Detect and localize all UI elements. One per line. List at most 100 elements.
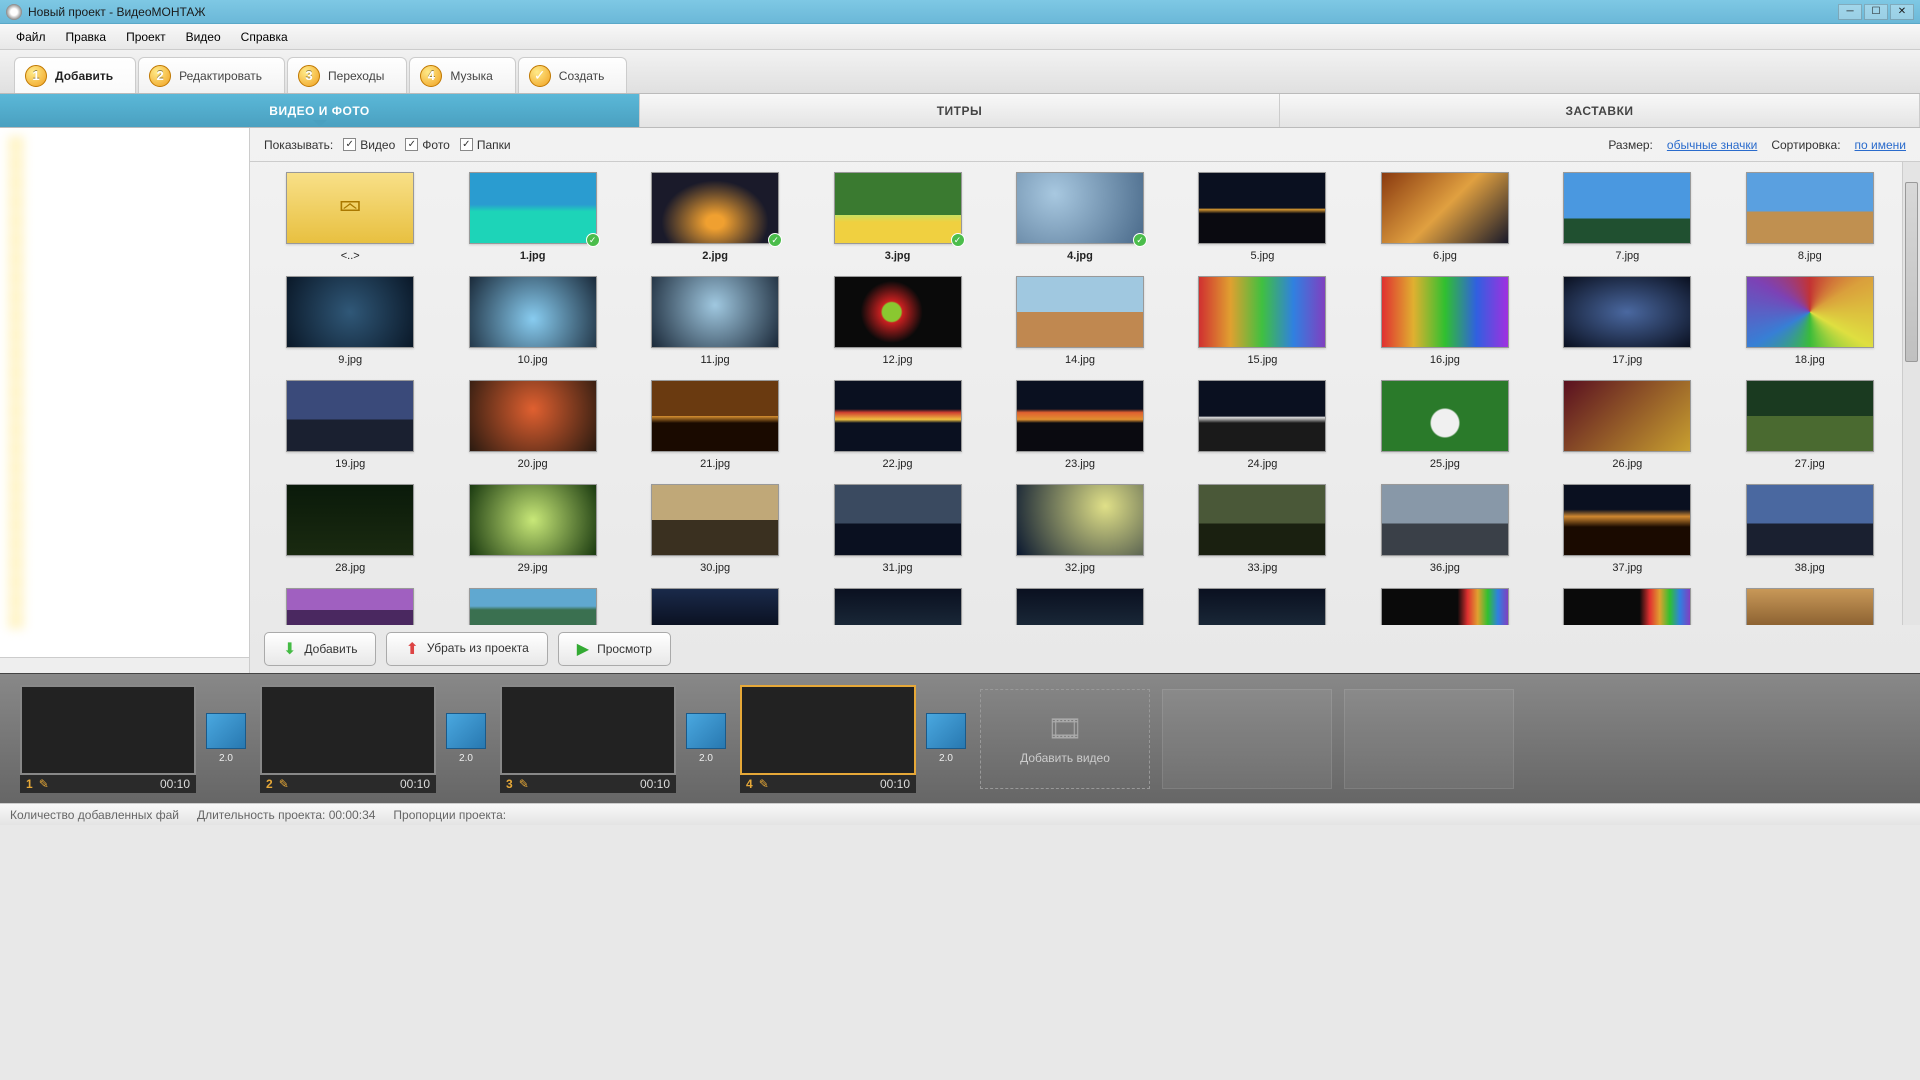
subtab-ТИТРЫ[interactable]: ТИТРЫ <box>640 94 1280 127</box>
sort-label: Сортировка: <box>1771 138 1840 152</box>
gallery-scrollbar[interactable] <box>1902 162 1920 625</box>
remove-button[interactable]: ⬆Убрать из проекта <box>386 632 547 666</box>
thumbnail-image <box>651 484 779 556</box>
status-aspect: Пропорции проекта: <box>393 808 506 822</box>
timeline-clip[interactable]: 3✎00:10 <box>500 685 676 793</box>
thumbnail-image <box>469 380 597 452</box>
thumbnail-item[interactable]: ✓4.jpg <box>994 172 1166 270</box>
checkbox-photo[interactable]: ✓Фото <box>405 138 450 152</box>
thumbnail-image <box>286 276 414 348</box>
thumbnail-item[interactable]: 38.jpg <box>1724 484 1896 582</box>
thumbnail-item[interactable]: 25.jpg <box>1359 380 1531 478</box>
close-button[interactable]: ✕ <box>1890 4 1914 20</box>
thumbnail-item[interactable] <box>264 588 436 625</box>
thumbnail-item[interactable]: 10.jpg <box>446 276 618 374</box>
wizard-tab-Создать[interactable]: ✓Создать <box>518 57 628 93</box>
thumbnail-item[interactable]: ✓3.jpg <box>811 172 983 270</box>
thumbnail-item[interactable]: 28.jpg <box>264 484 436 582</box>
thumbnail-item[interactable]: 5.jpg <box>1176 172 1348 270</box>
thumbnail-item[interactable] <box>446 588 618 625</box>
thumbnail-item[interactable] <box>811 588 983 625</box>
thumbnail-item[interactable]: 12.jpg <box>811 276 983 374</box>
size-dropdown[interactable]: обычные значки <box>1667 138 1757 152</box>
thumbnail-item[interactable]: 16.jpg <box>1359 276 1531 374</box>
transition-duration: 2.0 <box>699 753 713 764</box>
thumbnail-item[interactable]: 36.jpg <box>1359 484 1531 582</box>
thumbnail-item[interactable]: 30.jpg <box>629 484 801 582</box>
add-video-placeholder[interactable]: 🎞Добавить видео <box>980 689 1150 789</box>
thumbnail-item[interactable]: 32.jpg <box>994 484 1166 582</box>
thumbnail-item[interactable] <box>1724 588 1896 625</box>
thumbnail-item[interactable]: 23.jpg <box>994 380 1166 478</box>
thumbnail-item[interactable]: 11.jpg <box>629 276 801 374</box>
checkbox-folders[interactable]: ✓Папки <box>460 138 511 152</box>
thumbnail-item[interactable]: 22.jpg <box>811 380 983 478</box>
add-button[interactable]: ⬇Добавить <box>264 632 376 666</box>
thumbnail-item[interactable] <box>1359 588 1531 625</box>
thumbnail-item[interactable]: 24.jpg <box>1176 380 1348 478</box>
sort-dropdown[interactable]: по имени <box>1855 138 1906 152</box>
clip-info: 2✎00:10 <box>260 775 436 793</box>
thumbnail-item[interactable]: 33.jpg <box>1176 484 1348 582</box>
sidebar-scrollbar[interactable] <box>0 657 249 673</box>
thumbnail-item[interactable]: 19.jpg <box>264 380 436 478</box>
thumbnail-item[interactable] <box>1541 588 1713 625</box>
thumbnail-item[interactable]: 14.jpg <box>994 276 1166 374</box>
transition-slot[interactable]: 2.0 <box>924 713 968 764</box>
clip-preview <box>260 685 436 775</box>
transition-slot[interactable]: 2.0 <box>684 713 728 764</box>
timeline[interactable]: 1✎00:102.02✎00:102.03✎00:102.04✎00:102.0… <box>0 673 1920 803</box>
thumbnail-item[interactable]: 18.jpg <box>1724 276 1896 374</box>
thumbnail-item[interactable]: 17.jpg <box>1541 276 1713 374</box>
thumbnail-label: 32.jpg <box>1065 562 1095 574</box>
thumbnail-item[interactable]: 9.jpg <box>264 276 436 374</box>
thumbnail-image <box>1563 588 1691 625</box>
menu-правка[interactable]: Правка <box>56 26 117 48</box>
subtab-ВИДЕО И ФОТО[interactable]: ВИДЕО И ФОТО <box>0 94 640 127</box>
thumbnail-item[interactable]: 21.jpg <box>629 380 801 478</box>
wizard-tab-Музыка[interactable]: 4Музыка <box>409 57 515 93</box>
thumbnail-item[interactable]: 20.jpg <box>446 380 618 478</box>
thumbnail-item[interactable]: ✓1.jpg <box>446 172 618 270</box>
thumbnail-gallery[interactable]: ⮹<..>✓1.jpg✓2.jpg✓3.jpg✓4.jpg5.jpg6.jpg7… <box>250 162 1902 625</box>
preview-button[interactable]: ▶Просмотр <box>558 632 671 666</box>
transition-slot[interactable]: 2.0 <box>204 713 248 764</box>
clip-duration: 00:10 <box>640 777 670 791</box>
thumbnail-item[interactable]: 7.jpg <box>1541 172 1713 270</box>
thumbnail-item[interactable]: 15.jpg <box>1176 276 1348 374</box>
transition-slot[interactable]: 2.0 <box>444 713 488 764</box>
thumbnail-item[interactable]: 37.jpg <box>1541 484 1713 582</box>
thumbnail-item[interactable]: 29.jpg <box>446 484 618 582</box>
menu-проект[interactable]: Проект <box>116 26 176 48</box>
thumbnail-image <box>1746 484 1874 556</box>
wizard-tab-Добавить[interactable]: 1Добавить <box>14 57 136 93</box>
edit-icon[interactable]: ✎ <box>519 777 529 791</box>
minimize-button[interactable]: ─ <box>1838 4 1862 20</box>
edit-icon[interactable]: ✎ <box>759 777 769 791</box>
wizard-tab-Переходы[interactable]: 3Переходы <box>287 57 407 93</box>
thumbnail-item[interactable]: 31.jpg <box>811 484 983 582</box>
thumbnail-item[interactable]: 27.jpg <box>1724 380 1896 478</box>
edit-icon[interactable]: ✎ <box>39 777 49 791</box>
menu-справка[interactable]: Справка <box>231 26 298 48</box>
remove-up-icon: ⬆ <box>405 639 418 659</box>
folder-tree-sidebar[interactable] <box>0 128 250 673</box>
thumbnail-item[interactable]: 8.jpg <box>1724 172 1896 270</box>
edit-icon[interactable]: ✎ <box>279 777 289 791</box>
timeline-clip[interactable]: 1✎00:10 <box>20 685 196 793</box>
checkbox-video[interactable]: ✓Видео <box>343 138 395 152</box>
menu-видео[interactable]: Видео <box>176 26 231 48</box>
maximize-button[interactable]: ☐ <box>1864 4 1888 20</box>
thumbnail-item[interactable] <box>994 588 1166 625</box>
wizard-tab-Редактировать[interactable]: 2Редактировать <box>138 57 285 93</box>
thumbnail-item[interactable]: 6.jpg <box>1359 172 1531 270</box>
timeline-clip[interactable]: 2✎00:10 <box>260 685 436 793</box>
thumbnail-item[interactable]: ⮹<..> <box>264 172 436 270</box>
thumbnail-item[interactable] <box>629 588 801 625</box>
timeline-clip[interactable]: 4✎00:10 <box>740 685 916 793</box>
thumbnail-item[interactable]: ✓2.jpg <box>629 172 801 270</box>
thumbnail-item[interactable]: 26.jpg <box>1541 380 1713 478</box>
menu-файл[interactable]: Файл <box>6 26 56 48</box>
subtab-ЗАСТАВКИ[interactable]: ЗАСТАВКИ <box>1280 94 1920 127</box>
thumbnail-item[interactable] <box>1176 588 1348 625</box>
